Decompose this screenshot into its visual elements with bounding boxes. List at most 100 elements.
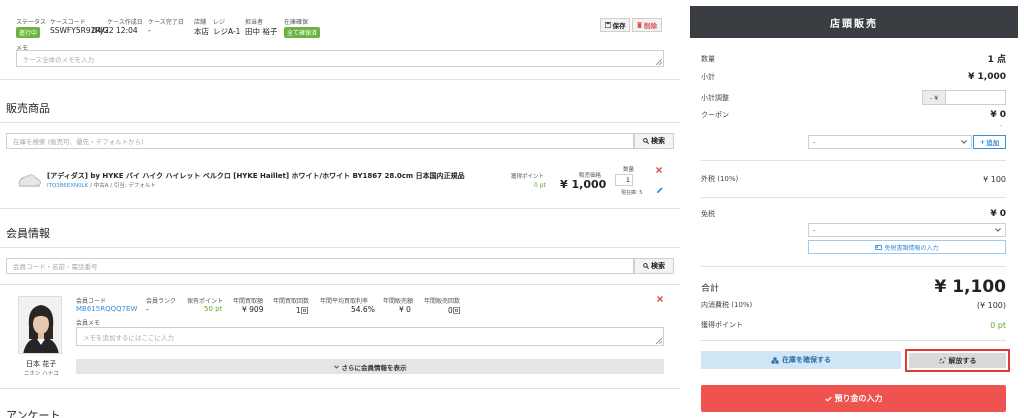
coupon-select[interactable]: - bbox=[808, 135, 972, 149]
panel-earn-points-row: 獲得ポイント 0 pt bbox=[701, 320, 1006, 330]
resize-handle-icon bbox=[656, 338, 662, 344]
register-label: レジ bbox=[213, 19, 226, 26]
unlink-icon bbox=[938, 357, 946, 364]
coupon-add-button[interactable]: + 追加 bbox=[973, 135, 1006, 149]
member-code-label: 会員コード bbox=[76, 298, 107, 305]
secure-stock-button[interactable]: 在庫を確保する bbox=[701, 351, 901, 369]
product-name: [アディダス] by HYKE バイ ハイク ハイレット ベルクロ [HYKE … bbox=[47, 172, 465, 180]
panel-coupon-value: ¥ 0 bbox=[990, 110, 1006, 120]
deposit-button[interactable]: 預り金の入力 bbox=[701, 385, 1006, 412]
status-label: ステータス bbox=[16, 19, 47, 26]
member-name: 日本 花子 bbox=[26, 360, 57, 368]
chevron-down-icon bbox=[333, 364, 339, 369]
member-points-value: 50 pt bbox=[204, 305, 223, 313]
panel-adjust-group: - ¥ bbox=[922, 90, 1006, 105]
remove-product-icon[interactable] bbox=[656, 167, 662, 173]
id-card-icon bbox=[875, 244, 883, 250]
panel-coupon-label: クーポン bbox=[701, 111, 729, 119]
panel-ext-tax-label: 外税 (10%) bbox=[701, 175, 739, 183]
product-stock-text: 現在庫: 5 bbox=[621, 190, 643, 196]
case-code-label: ケースコード bbox=[50, 19, 86, 26]
survey-section-title: アンケート bbox=[6, 409, 61, 418]
more-member-info-button[interactable]: さらに会員情報を表示 bbox=[76, 359, 664, 374]
save-button-label: 保存 bbox=[612, 22, 626, 30]
checkout-panel-title: 店頭販売 bbox=[830, 18, 878, 30]
release-button-inner: 解放する bbox=[909, 353, 1006, 368]
product-price-value: ¥ 1,000 bbox=[560, 178, 607, 191]
panel-total-row: 合計 ¥ 1,100 bbox=[701, 277, 1006, 297]
stock-search-button[interactable]: 検索 bbox=[634, 133, 674, 149]
exempt-doc-button[interactable]: 免税書類情報の入力 bbox=[808, 240, 1006, 254]
panel-incl-tax-row: 内消費税 (10%) (¥ 100) bbox=[701, 300, 1006, 310]
case-memo-placeholder: ケース全体のメモを入力 bbox=[23, 55, 95, 64]
member-search-input[interactable]: 会員コード・名前・電話番号 bbox=[6, 258, 634, 274]
products-section-title: 販売商品 bbox=[6, 102, 50, 115]
panel-adjust-prefix: - ¥ bbox=[922, 90, 946, 105]
product-row: [アディダス] by HYKE バイ ハイク ハイレット ベルクロ [HYKE … bbox=[0, 160, 680, 198]
member-memo-label: 会員メモ bbox=[76, 320, 101, 327]
panel-subtotal-label: 小計 bbox=[701, 73, 715, 81]
save-button[interactable]: 保存 bbox=[600, 18, 630, 32]
search-icon bbox=[643, 263, 649, 269]
panel-total-value: ¥ 1,100 bbox=[934, 277, 1006, 297]
member-points-label: 保有ポイント bbox=[187, 298, 224, 305]
search-icon bbox=[643, 138, 649, 144]
panel-earn-points-value: 0 pt bbox=[990, 320, 1006, 330]
panel-adjust-label: 小計調整 bbox=[701, 93, 729, 102]
delete-button[interactable]: 削除 bbox=[632, 18, 662, 32]
check-icon bbox=[824, 396, 832, 402]
case-completed-label: ケース完了日 bbox=[148, 19, 184, 26]
more-member-info-label: さらに会員情報を表示 bbox=[341, 363, 407, 372]
cubes-icon bbox=[771, 356, 779, 364]
trash-icon bbox=[637, 22, 642, 28]
product-points-label: 獲得ポイント bbox=[511, 174, 545, 180]
case-created-value: 04/22 12:04 bbox=[92, 26, 138, 35]
member-kana: ニホン ハナコ bbox=[24, 371, 59, 377]
exempt-select[interactable]: - bbox=[808, 223, 1006, 237]
case-created-label: ケース作成日 bbox=[107, 19, 143, 26]
annual-sale-count-value: 0回 bbox=[448, 306, 461, 315]
plus-icon: + bbox=[979, 138, 986, 146]
stock-label: 在庫確保 bbox=[284, 19, 309, 26]
member-rank-value: - bbox=[146, 305, 149, 314]
member-memo-placeholder: メモを追加するにはここに入力 bbox=[83, 333, 174, 342]
panel-ext-tax-row: 外税 (10%) ¥ 100 bbox=[701, 174, 1006, 184]
panel-incl-tax-label: 内消費税 (10%) bbox=[701, 301, 753, 309]
annual-buy-count-label: 年間買取回数 bbox=[273, 298, 310, 305]
exempt-select-value: - bbox=[813, 226, 816, 234]
panel-ext-tax-value: ¥ 100 bbox=[983, 174, 1006, 184]
save-icon bbox=[604, 22, 611, 28]
case-memo-input[interactable]: ケース全体のメモを入力 bbox=[16, 50, 664, 67]
member-section-title: 会員情報 bbox=[6, 227, 50, 240]
checkout-panel-header: 店頭販売 bbox=[690, 6, 1018, 38]
avg-rate-value: 54.6% bbox=[351, 305, 375, 314]
member-code-link[interactable]: MB615RQQQ7EW bbox=[76, 305, 137, 313]
chevron-down-icon bbox=[995, 228, 1001, 232]
product-points-value: 0 pt bbox=[534, 182, 546, 189]
release-button[interactable]: 解放する bbox=[905, 349, 1010, 372]
delete-button-label: 削除 bbox=[644, 22, 657, 30]
stock-search-button-label: 検索 bbox=[651, 137, 665, 145]
panel-exempt-row: 免税 ¥ 0 bbox=[701, 209, 1006, 219]
status-badge: 進行中 bbox=[16, 27, 41, 38]
annual-sale-count-label: 年間販売回数 bbox=[424, 298, 461, 305]
member-rank-label: 会員ランク bbox=[146, 298, 177, 305]
panel-total-label: 合計 bbox=[701, 283, 720, 294]
annual-sale-value: ¥ 0 bbox=[399, 305, 411, 314]
product-sku-link[interactable]: ITQ386EXN0LK bbox=[47, 183, 88, 189]
annual-buy-label: 年間買取額 bbox=[233, 298, 264, 305]
panel-coupon-row: クーポン ¥ 0 bbox=[701, 110, 1006, 120]
store-label: 店舗 bbox=[194, 19, 207, 26]
panel-exempt-label: 免税 bbox=[701, 210, 715, 218]
remove-member-icon[interactable] bbox=[657, 296, 663, 302]
stock-search-input[interactable]: 在庫を検索 (販売可、優先・デフォルトから) bbox=[6, 133, 634, 149]
panel-exempt-value: ¥ 0 bbox=[990, 209, 1006, 219]
member-memo-input[interactable]: メモを追加するにはここに入力 bbox=[76, 327, 664, 346]
product-qty-input[interactable]: 1 bbox=[615, 174, 633, 186]
member-search-button[interactable]: 検索 bbox=[634, 258, 674, 274]
store-value: 本店 bbox=[194, 27, 209, 36]
secure-stock-label: 在庫を確保する bbox=[782, 356, 831, 364]
panel-adjust-input[interactable] bbox=[946, 90, 1006, 105]
annual-buy-value: ¥ 909 bbox=[242, 305, 264, 314]
edit-product-icon[interactable] bbox=[656, 187, 663, 194]
